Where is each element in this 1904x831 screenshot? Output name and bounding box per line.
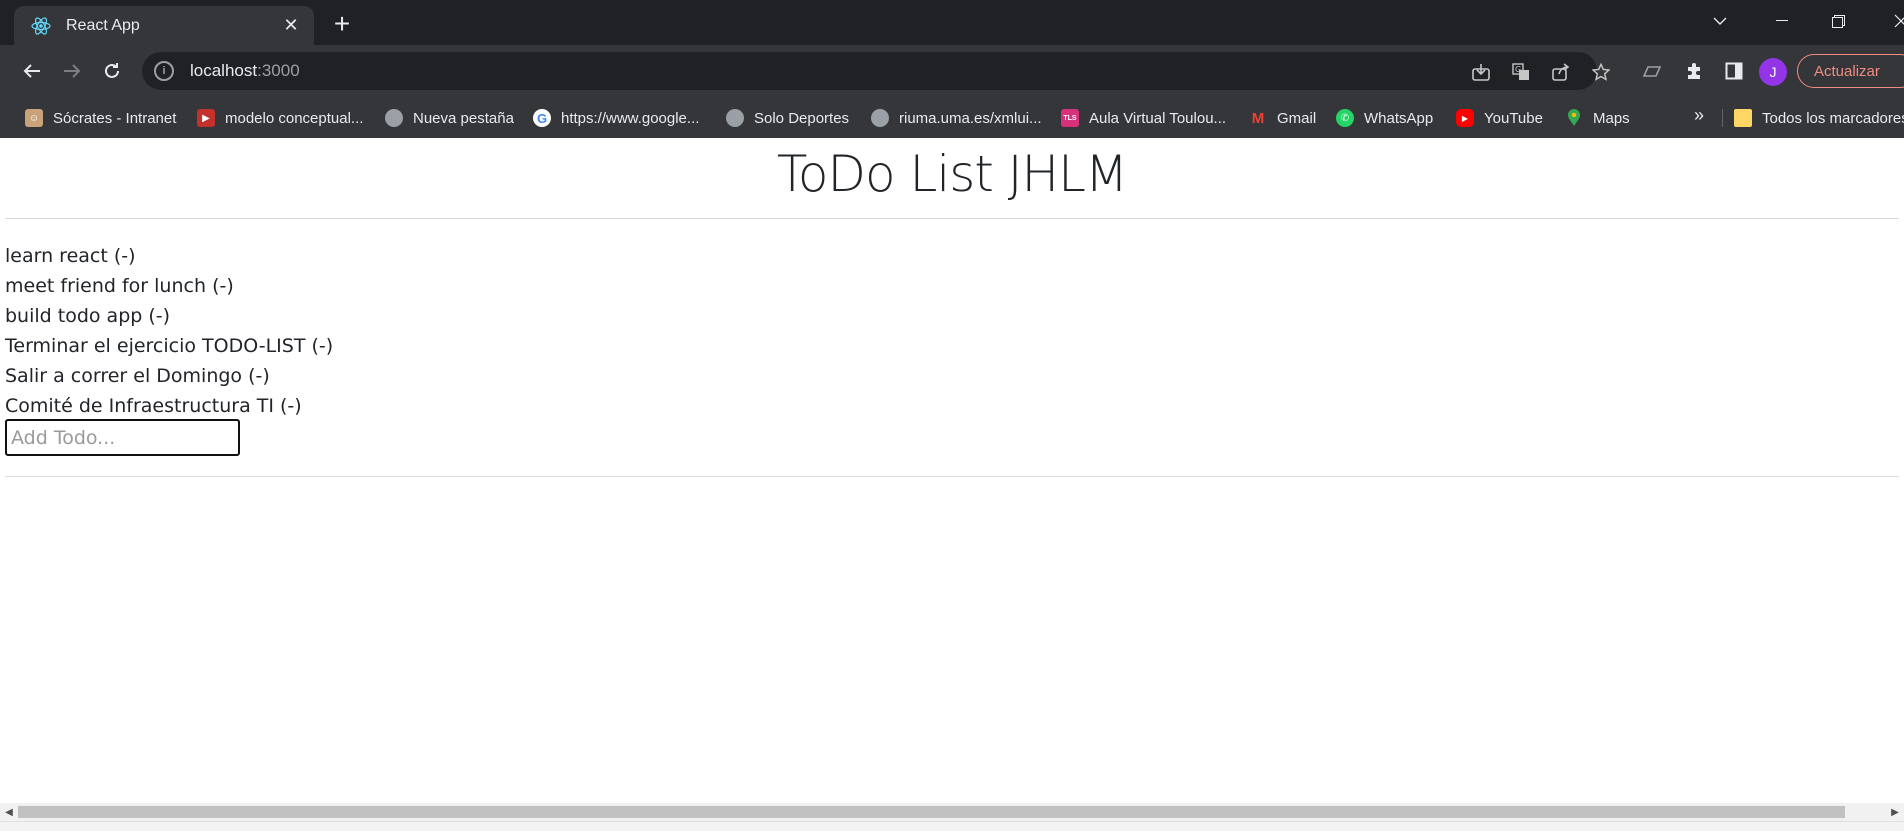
todo-text: build todo app	[5, 305, 143, 327]
close-window-button[interactable]	[1870, 0, 1904, 42]
update-button[interactable]: Actualizar	[1797, 54, 1904, 88]
globe-icon	[726, 109, 744, 127]
horizontal-scrollbar[interactable]: ◀ ▶	[0, 803, 1904, 821]
todo-text: learn react	[5, 245, 108, 267]
url-text: localhost:3000	[190, 61, 300, 81]
page-viewport: ToDo List JHLM learn react (-) meet frie…	[5, 138, 1904, 803]
bookmark-item[interactable]: G https://www.google...	[533, 105, 699, 131]
tls-icon: TLS	[1061, 109, 1079, 127]
reload-button[interactable]	[95, 54, 129, 88]
bookmark-item[interactable]: ▶ YouTube	[1456, 105, 1543, 131]
globe-icon	[871, 109, 889, 127]
bookmark-item[interactable]: ✆ WhatsApp	[1336, 105, 1433, 131]
minimize-button[interactable]	[1756, 0, 1808, 42]
install-app-icon[interactable]	[1468, 59, 1494, 85]
todo-item: meet friend for lunch (-)	[5, 271, 333, 301]
bookmark-label: https://www.google...	[561, 109, 700, 127]
more-bookmarks-button[interactable]: »	[1694, 105, 1704, 126]
youtube-icon: ▶	[1456, 109, 1474, 127]
address-bar[interactable]: i localhost:3000 G	[142, 52, 1610, 90]
profile-avatar[interactable]: J	[1759, 58, 1787, 86]
scroll-left-icon[interactable]: ◀	[0, 803, 18, 821]
bookmark-label: Solo Deportes	[754, 109, 850, 127]
todo-item: Terminar el ejercicio TODO-LIST (-)	[5, 331, 333, 361]
bookmark-label: Nueva pestaña	[413, 109, 514, 127]
all-bookmarks-folder[interactable]: Todos los marcadores	[1734, 105, 1904, 131]
site-info-icon[interactable]: i	[154, 61, 174, 81]
maps-icon	[1565, 109, 1583, 127]
new-tab-button[interactable]: +	[326, 8, 358, 40]
todo-item: Comité de Infraestructura TI (-)	[5, 391, 333, 421]
bookmark-label: WhatsApp	[1364, 109, 1434, 127]
delete-todo-button[interactable]: (-)	[311, 335, 333, 357]
scrollbar-thumb[interactable]	[18, 806, 1845, 818]
bookmark-item[interactable]: ▶ modelo conceptual...	[197, 105, 363, 131]
socrates-icon: ☺	[25, 109, 43, 127]
delete-todo-button[interactable]: (-)	[148, 305, 170, 327]
bookmark-label: Maps	[1593, 109, 1630, 127]
restore-button[interactable]	[1812, 0, 1864, 42]
tab-title: React App	[66, 16, 140, 34]
divider-top	[5, 218, 1899, 219]
delete-todo-button[interactable]: (-)	[280, 395, 302, 417]
translate-icon[interactable]: G	[1508, 59, 1534, 85]
tab-search-button[interactable]	[1694, 0, 1746, 42]
bookmark-label: riuma.uma.es/xmlui...	[899, 109, 1042, 127]
google-icon: G	[533, 109, 551, 127]
browser-toolbar: i localhost:3000 G J Actualizar	[0, 45, 1904, 97]
bookmark-item[interactable]: TLS Aula Virtual Toulou...	[1061, 105, 1226, 131]
bookmark-star-icon[interactable]	[1588, 59, 1614, 85]
url-port: :3000	[257, 61, 300, 80]
delete-todo-button[interactable]: (-)	[248, 365, 270, 387]
folder-icon	[1734, 109, 1752, 127]
browser-tabstrip: React App ✕ +	[0, 0, 1904, 45]
all-bookmarks-label: Todos los marcadores	[1762, 109, 1904, 127]
bookmark-item[interactable]: ☺ Sócrates - Intranet	[25, 105, 176, 131]
react-icon	[30, 15, 52, 37]
bookmark-label: YouTube	[1484, 109, 1543, 127]
taskbar-edge	[0, 821, 1904, 831]
bookmark-item[interactable]: Nueva pestaña	[385, 105, 514, 131]
side-panel-icon[interactable]	[1719, 56, 1749, 86]
bookmarks-separator	[1722, 109, 1723, 127]
todo-text: meet friend for lunch	[5, 275, 207, 297]
add-todo-input[interactable]	[5, 419, 240, 456]
page-title: ToDo List JHLM	[776, 145, 1128, 203]
extension-icon[interactable]	[1637, 56, 1667, 86]
bookmark-item[interactable]: M Gmail	[1249, 105, 1316, 131]
todo-list: learn react (-) meet friend for lunch (-…	[5, 241, 333, 421]
whatsapp-icon: ✆	[1336, 109, 1354, 127]
share-icon[interactable]	[1548, 59, 1574, 85]
bookmark-item[interactable]: Solo Deportes	[726, 105, 849, 131]
todo-item: learn react (-)	[5, 241, 333, 271]
todo-item: build todo app (-)	[5, 301, 333, 331]
bookmark-item[interactable]: Maps	[1565, 105, 1630, 131]
browser-tab[interactable]: React App ✕	[14, 6, 314, 45]
bookmark-label: Sócrates - Intranet	[53, 109, 177, 127]
close-icon[interactable]: ✕	[278, 13, 304, 39]
bookmark-label: modelo conceptual...	[225, 109, 364, 127]
scroll-right-icon[interactable]: ▶	[1886, 803, 1904, 821]
youtube-icon: ▶	[197, 109, 215, 127]
todo-text: Salir a correr el Domingo	[5, 365, 243, 387]
todo-text: Terminar el ejercicio TODO-LIST	[5, 335, 306, 357]
gmail-icon: M	[1251, 109, 1265, 127]
globe-icon	[385, 109, 403, 127]
bookmark-label: Aula Virtual Toulou...	[1089, 109, 1227, 127]
puzzle-icon[interactable]	[1679, 56, 1709, 86]
bookmark-item[interactable]: riuma.uma.es/xmlui...	[871, 105, 1042, 131]
divider-bottom	[5, 476, 1899, 477]
todo-item: Salir a correr el Domingo (-)	[5, 361, 333, 391]
forward-button[interactable]	[55, 54, 89, 88]
todo-text: Comité de Infraestructura TI	[5, 395, 274, 417]
back-button[interactable]	[15, 54, 49, 88]
svg-text:G: G	[1515, 65, 1521, 74]
bookmarks-bar: ☺ Sócrates - Intranet ▶ modelo conceptua…	[0, 97, 1904, 138]
delete-todo-button[interactable]: (-)	[212, 275, 234, 297]
bookmark-label: Gmail	[1277, 109, 1317, 127]
url-host: localhost	[190, 61, 258, 80]
delete-todo-button[interactable]: (-)	[114, 245, 136, 267]
